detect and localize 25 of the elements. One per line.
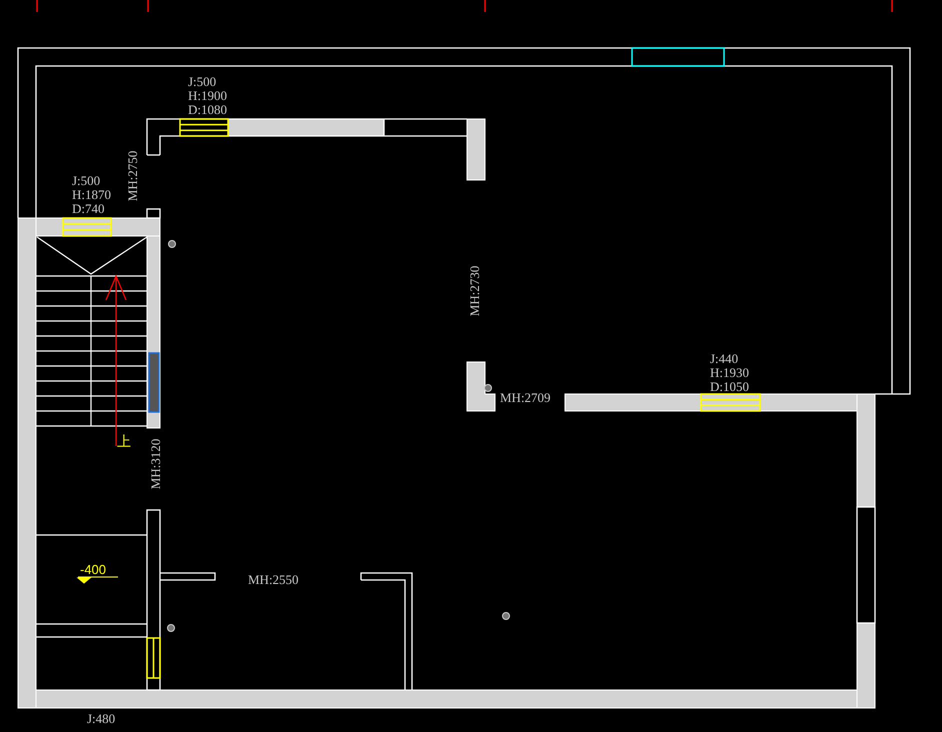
level-mark-icon — [76, 576, 118, 584]
wall — [466, 362, 496, 412]
window-spec-label: J:500 H:1870 D:740 — [72, 173, 111, 216]
wall — [466, 118, 486, 180]
window-symbol — [146, 637, 161, 679]
fixture-dot-icon — [167, 624, 175, 632]
ceiling-height-label: MH:2709 — [500, 390, 551, 405]
window-symbol — [700, 393, 761, 412]
fixture-dot-icon — [484, 384, 492, 392]
radiator-icon — [148, 352, 160, 413]
fixture-dot-icon — [502, 612, 510, 620]
stair-direction-label: 上 — [117, 435, 131, 450]
ceiling-height-label: MH:2550 — [248, 572, 299, 587]
window-spec-label: J:440 H:1930 D:1050 — [710, 351, 749, 394]
ceiling-height-label: MH:3120 — [148, 438, 163, 490]
window-spec-label: J:500 H:1900 D:1080 — [188, 74, 227, 117]
window-symbol — [62, 217, 112, 237]
window-symbol — [179, 118, 229, 137]
level-label: -400 — [80, 562, 106, 577]
partition-wall — [160, 572, 216, 581]
ceiling-height-label: MH:2750 — [125, 150, 140, 202]
window-spec-label: J:480 — [87, 711, 116, 726]
fixture-dot-icon — [168, 240, 176, 248]
ceiling-height-label: MH:2730 — [467, 266, 482, 316]
wall-outline — [146, 208, 161, 219]
